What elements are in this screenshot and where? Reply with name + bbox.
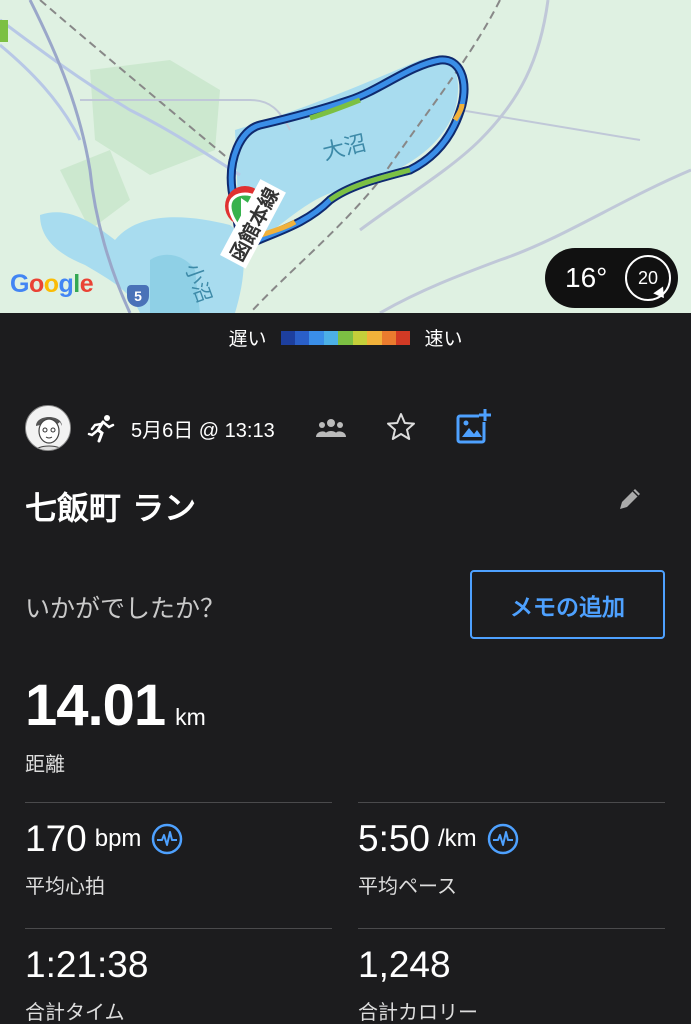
avatar[interactable] xyxy=(25,405,71,451)
add-memo-button[interactable]: メモの追加 xyxy=(470,570,665,639)
avatar-icon xyxy=(26,406,70,450)
pace-stat: 5:50 /km 平均ペース xyxy=(358,818,519,899)
star-icon[interactable] xyxy=(385,411,417,443)
legend-swatch xyxy=(352,330,368,345)
weather-badge: 16° 20 xyxy=(545,248,678,308)
activity-title: 七飯町 ラン xyxy=(25,489,197,527)
legend-swatch xyxy=(381,330,396,345)
legend-swatch xyxy=(323,330,339,345)
legend-swatch xyxy=(367,330,382,345)
calories-value: 1,248 xyxy=(358,944,451,985)
legend-swatch xyxy=(280,330,295,345)
pace-unit: /km xyxy=(438,825,477,852)
add-photo-icon[interactable] xyxy=(455,407,491,447)
legend-color-bar xyxy=(280,330,411,345)
wind-icon: 20 xyxy=(625,255,671,301)
temperature: 16° xyxy=(565,262,608,293)
legend-swatch xyxy=(396,330,411,345)
heart-rate-chart-icon[interactable] xyxy=(151,823,183,855)
activity-header: 5月6日 @ 13:13 xyxy=(25,405,665,451)
divider xyxy=(358,802,665,803)
pace-legend: 遅い 速い xyxy=(0,324,691,351)
google-logo: Google xyxy=(10,270,94,298)
heart-rate-value: 170 xyxy=(25,818,87,859)
time-label: 合計タイム xyxy=(25,1000,125,1024)
group-icon[interactable] xyxy=(315,415,347,441)
route-shield: 5 xyxy=(127,285,149,307)
divider xyxy=(358,928,665,929)
divider xyxy=(25,802,332,803)
legend-swatch xyxy=(338,330,353,345)
distance-label: 距離 xyxy=(25,752,65,776)
pace-value: 5:50 xyxy=(358,818,431,859)
distance-value: 14.01 xyxy=(25,673,166,738)
legend-fast-label: 速い xyxy=(424,329,463,350)
divider xyxy=(25,928,332,929)
legend-swatch xyxy=(294,330,310,345)
calories-label: 合計カロリー xyxy=(358,1000,478,1024)
heart-rate-unit: bpm xyxy=(94,825,142,852)
time-value: 1:21:38 xyxy=(25,944,149,985)
pace-label: 平均ペース xyxy=(358,874,457,898)
heart-rate-label: 平均心拍 xyxy=(25,874,105,898)
legend-swatch xyxy=(309,330,324,345)
running-icon xyxy=(87,415,115,443)
distance-unit: km xyxy=(175,704,206,730)
activity-date: 5月6日 @ 13:13 xyxy=(131,419,275,442)
edit-icon[interactable] xyxy=(615,484,645,514)
legend-slow-label: 遅い xyxy=(228,329,267,350)
distance-stat: 14.01 km xyxy=(25,672,206,739)
heart-rate-stat: 170 bpm 平均心拍 xyxy=(25,818,183,899)
route-map[interactable]: 大沼 小沼 函館本線 Google 5 16° 20 xyxy=(0,0,691,313)
feedback-prompt: いかがでしたか？ xyxy=(25,594,226,623)
pace-chart-icon[interactable] xyxy=(487,823,519,855)
time-stat: 1:21:38 合計タイム xyxy=(25,944,148,1024)
calories-stat: 1,248 合計カロリー xyxy=(358,944,478,1024)
